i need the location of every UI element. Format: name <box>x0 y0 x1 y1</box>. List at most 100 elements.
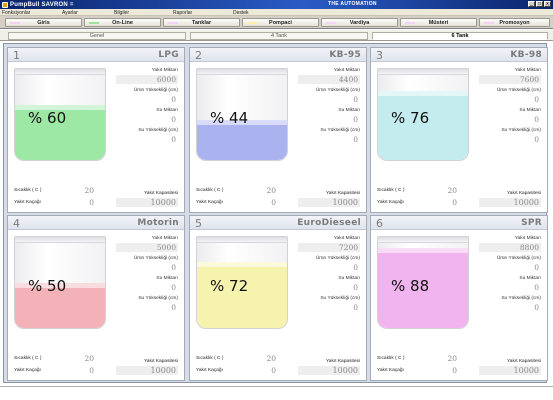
tank-gauge-rim <box>378 69 468 75</box>
urun-yuksekligi-label: Ürün Yüksekliği (cm) <box>496 256 541 261</box>
tank-number: 3 <box>376 49 383 62</box>
fuel-name: Motorin <box>137 218 179 228</box>
yakit-kapasitesi-value: 10000 <box>479 366 541 375</box>
yakit-kacagi-value: 0 <box>452 366 457 375</box>
fill-percent: % 72 <box>210 277 249 295</box>
su-yuksekligi-value: 0 <box>353 303 358 312</box>
fuel-name: LPG <box>158 50 179 60</box>
fill-percent: % 88 <box>391 277 430 295</box>
nav-indicator <box>89 22 99 24</box>
nav-indicator <box>10 22 20 24</box>
yakit-miktari-value: 8800 <box>479 243 541 252</box>
sicaklik-value: 20 <box>447 354 457 363</box>
tank-gauge-rim <box>197 237 287 243</box>
tank-gauge-rim <box>15 237 105 243</box>
nav-tanklar[interactable]: Tanklar <box>163 18 240 27</box>
urun-yuksekligi-label: Ürün Yüksekliği (cm) <box>133 88 178 93</box>
tank-gauge: % 76 <box>377 68 469 161</box>
sicaklik-value: 20 <box>266 186 276 195</box>
su-yuksekligi-value: 0 <box>171 303 176 312</box>
tab-6-tank[interactable]: 6 Tank <box>372 32 548 40</box>
nav-indicator <box>168 22 178 24</box>
tank-number: 4 <box>13 217 20 230</box>
tank-fill-shine <box>378 247 468 253</box>
su-yuksekligi-label: Su Yüksekliği (cm) <box>501 128 541 133</box>
fuel-name: KB-95 <box>329 50 361 60</box>
app-title-suffix: = <box>69 1 74 8</box>
tank-header: 5 EuroDieseel <box>190 216 366 230</box>
su-yuksekligi-label: Su Yüksekliği (cm) <box>320 128 360 133</box>
yakit-miktari-label: Yakıt Miktarı <box>151 68 178 73</box>
su-miktari-label: Su Miktarı <box>338 276 360 281</box>
yakit-kacagi-label: Yakıt Kaçağı <box>196 368 223 373</box>
yakit-kacagi-value: 0 <box>271 198 276 207</box>
su-miktari-label: Su Miktarı <box>156 108 178 113</box>
sicaklik-label: Sıcaklık ( C ) <box>14 188 42 193</box>
tank-number: 6 <box>376 217 383 230</box>
nav-label: Pompaci <box>269 19 292 26</box>
tank-number: 2 <box>195 49 202 62</box>
urun-yuksekligi-value: 0 <box>171 263 176 272</box>
urun-yuksekligi-value: 0 <box>171 95 176 104</box>
tank-gauge: % 88 <box>377 236 469 329</box>
yakit-kapasitesi-label: Yakıt Kapasitesi <box>325 191 360 196</box>
yakit-kacagi-label: Yakıt Kaçağı <box>196 200 223 205</box>
yakit-kacagi-value: 0 <box>271 366 276 375</box>
yakit-kacagi-label: Yakıt Kaçağı <box>14 368 41 373</box>
tank-header: 6 SPR <box>371 216 547 230</box>
app-icon <box>2 1 8 8</box>
su-yuksekligi-label: Su Yüksekliği (cm) <box>501 296 541 301</box>
urun-yuksekligi-label: Ürün Yüksekliği (cm) <box>133 256 178 261</box>
yakit-kapasitesi-value: 10000 <box>479 198 541 207</box>
su-miktari-value: 0 <box>171 115 176 124</box>
maximize-button[interactable]: □ <box>536 1 543 7</box>
sicaklik-label: Sıcaklık ( C ) <box>14 356 42 361</box>
yakit-kapasitesi-label: Yakıt Kapasitesi <box>506 191 541 196</box>
yakit-miktari-label: Yakıt Miktarı <box>514 236 541 241</box>
tank-fill-shine <box>378 90 468 96</box>
yakit-miktari-label: Yakıt Miktarı <box>514 68 541 73</box>
urun-yuksekligi-label: Ürün Yüksekliği (cm) <box>496 88 541 93</box>
su-miktari-value: 0 <box>534 115 539 124</box>
nav-indicator <box>326 22 336 24</box>
fill-percent: % 60 <box>28 109 67 127</box>
status-bar <box>0 386 553 400</box>
nav-pompaci[interactable]: Pompaci <box>242 18 319 27</box>
su-miktari-label: Su Miktarı <box>519 276 541 281</box>
minimize-button[interactable]: _ <box>528 1 535 7</box>
yakit-kacagi-label: Yakıt Kaçağı <box>377 200 404 205</box>
tab-genel[interactable]: Genel <box>8 32 186 40</box>
tank-panel: 2 KB-95 % 44 Yakıt Miktarı 4400 Ürün Yük… <box>189 47 367 213</box>
nav-promosyon[interactable]: Promosyon <box>479 18 550 27</box>
nav-label: On-Line <box>112 19 133 26</box>
tank-gauge: % 60 <box>14 68 106 161</box>
nav-online[interactable]: On-Line <box>84 18 161 27</box>
yakit-miktari-label: Yakıt Miktarı <box>151 236 178 241</box>
tank-grid: 1 LPG % 60 Yakıt Miktarı 6 0 0 0 Ürün Yükse… <box>3 43 548 383</box>
tab-4-tank[interactable]: 4 Tank <box>190 32 368 40</box>
main-nav: Giris On-Line Tanklar Pompaci Vardiya Mü… <box>0 16 553 29</box>
nav-vardiya[interactable]: Vardiya <box>321 18 398 27</box>
nav-musteri[interactable]: Müsteri <box>400 18 477 27</box>
sicaklik-label: Sıcaklık ( C ) <box>377 188 405 193</box>
close-button[interactable]: x <box>544 1 551 7</box>
window-center-title: THE AUTOMATION <box>328 1 377 7</box>
yakit-kapasitesi-label: Yakıt Kapasitesi <box>143 359 178 364</box>
yakit-miktari-value: 4400 <box>298 75 360 84</box>
tank-header: 1 LPG <box>8 48 184 62</box>
urun-yuksekligi-value: 0 <box>534 263 539 272</box>
tank-panel: 5 EuroDieseel % 72 Yakıt Miktarı 7200 Ür… <box>189 215 367 381</box>
tank-header: 3 KB-98 <box>371 48 547 62</box>
nav-indicator <box>484 22 494 24</box>
fill-percent: % 76 <box>391 109 430 127</box>
urun-yuksekligi-label: Ürün Yüksekliği (cm) <box>315 88 360 93</box>
nav-label: Müsteri <box>428 19 449 26</box>
sicaklik-value: 20 <box>84 354 94 363</box>
yakit-kacagi-value: 0 <box>452 198 457 207</box>
yakit-miktari-label: Yakıt Miktarı <box>333 68 360 73</box>
sicaklik-value: 20 <box>266 354 276 363</box>
nav-label: Promosyon <box>499 19 530 26</box>
su-yuksekligi-label: Su Yüksekliği (cm) <box>320 296 360 301</box>
nav-giris[interactable]: Giris <box>5 18 82 27</box>
yakit-miktari-value: 7600 <box>479 75 541 84</box>
